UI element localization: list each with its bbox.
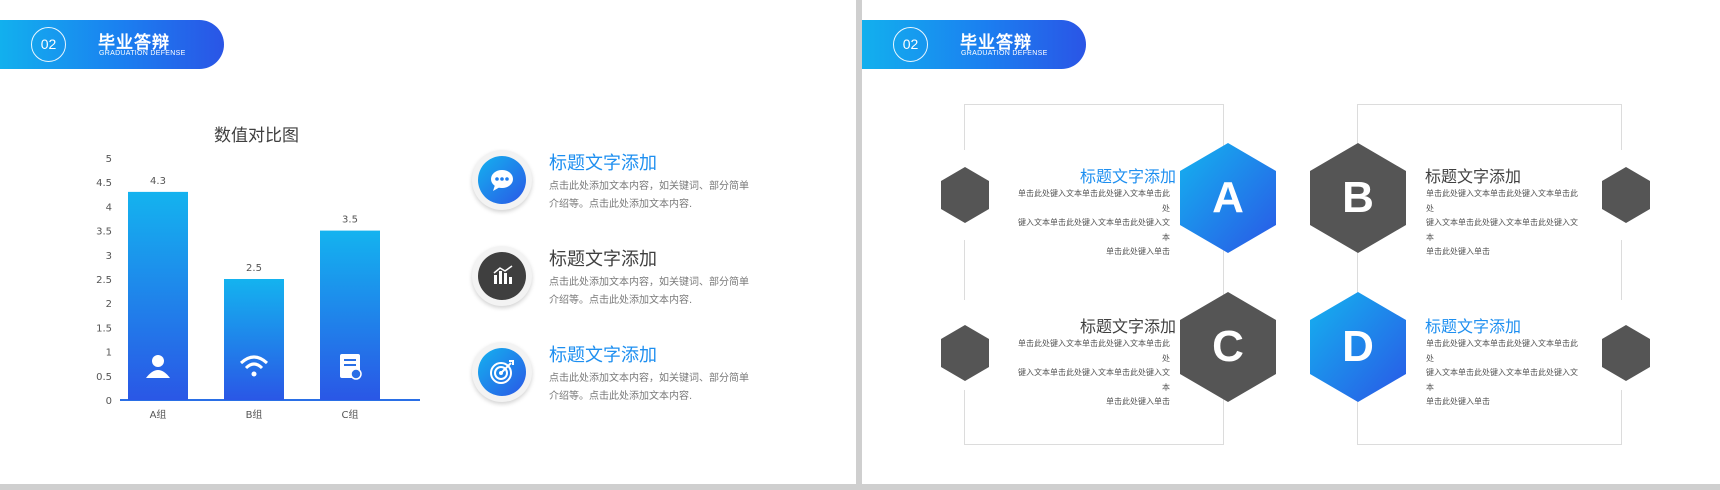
block-a-desc: 单击此处键入文本单击此处键入文本单击此处 键入文本单击此处键入文本单击此处键入文… <box>1012 187 1170 260</box>
header-banner: 02 毕业答辩 GRADUATION DEFENSE <box>862 20 1086 69</box>
y-tick-label: 4.5 <box>96 178 112 189</box>
block-d-desc: 单击此处键入文本单击此处键入文本单击此处 键入文本单击此处键入文本单击此处键入文… <box>1426 337 1584 410</box>
block-c-desc: 单击此处键入文本单击此处键入文本单击此处 键入文本单击此处键入文本单击此处键入文… <box>1012 337 1170 410</box>
block-a-desc-line: 单击此处键入文本单击此处键入文本单击此处 <box>1018 189 1170 213</box>
block-a-desc-line: 单击此处键入单击 <box>1106 247 1170 256</box>
block-c-desc-line: 键入文本单击此处键入文本单击此处键入文本 <box>1018 368 1170 392</box>
item-3-desc-line1: 点击此处添加文本内容，如关键词、部分简单 <box>549 373 749 384</box>
bar-value-label: 4.3 <box>150 176 166 187</box>
y-tick-label: 0.5 <box>96 372 112 383</box>
chat-bubble-icon <box>491 170 513 191</box>
y-tick-label: 3 <box>106 251 112 262</box>
item-2-desc-line1: 点击此处添加文本内容，如关键词、部分简单 <box>549 277 749 288</box>
block-c-desc-line: 单击此处键入文本单击此处键入文本单击此处 <box>1018 339 1170 363</box>
chart-icon-badge <box>472 246 532 306</box>
item-2-desc-line2: 介绍等。点击此处添加文本内容. <box>549 295 693 306</box>
block-d-title: 标题文字添加 <box>1425 317 1522 336</box>
y-tick-label: 1.5 <box>96 323 112 334</box>
block-b-title: 标题文字添加 <box>1425 167 1522 186</box>
bottom-strip <box>0 484 1720 490</box>
header-banner: 02 毕业答辩 GRADUATION DEFENSE <box>0 20 224 69</box>
document-icon <box>340 354 362 380</box>
block-d-desc-line: 单击此处键入单击 <box>1426 397 1490 406</box>
header-subtitle: GRADUATION DEFENSE <box>961 50 1048 57</box>
bar-B组 <box>224 279 284 400</box>
small-hexagon <box>1602 167 1650 223</box>
hexagon-c: C <box>1180 292 1276 402</box>
item-3-desc-line2: 介绍等。点击此处添加文本内容. <box>549 391 693 402</box>
item-1-title: 标题文字添加 <box>549 153 657 174</box>
item-1-desc-line2: 介绍等。点击此处添加文本内容. <box>549 199 693 210</box>
small-hexagon <box>1602 325 1650 381</box>
small-hexagon <box>941 167 989 223</box>
y-tick-label: 1 <box>106 348 112 359</box>
bar-A组 <box>128 191 188 400</box>
block-d-desc-line: 单击此处键入文本单击此处键入文本单击此处 <box>1426 339 1578 363</box>
y-tick-label: 3.5 <box>96 227 112 238</box>
letter-d: D <box>1342 322 1374 371</box>
y-tick-label: 2 <box>106 299 112 310</box>
letter-b: B <box>1342 173 1374 222</box>
item-1-desc: 点击此处添加文本内容，如关键词、部分简单 介绍等。点击此处添加文本内容. <box>549 178 769 214</box>
bar-chart: 0 0.5 1 1.5 2 2.5 3 3.5 4 4.5 5 4.3 A组 2.5 B组 3.5 C组 <box>96 154 420 421</box>
hexagon-b: B <box>1310 143 1406 253</box>
y-tick-label: 0 <box>106 396 112 407</box>
hexagon-d: D <box>1310 292 1406 402</box>
hexagon-a: A <box>1180 143 1276 253</box>
item-1-desc-line1: 点击此处添加文本内容，如关键词、部分简单 <box>549 181 749 192</box>
block-a-title: 标题文字添加 <box>1079 167 1176 186</box>
letter-c: C <box>1212 322 1244 371</box>
x-tick-label: B组 <box>246 408 263 421</box>
y-tick-label: 5 <box>106 154 112 165</box>
letter-a: A <box>1212 173 1244 222</box>
block-a-desc-line: 键入文本单击此处键入文本单击此处键入文本 <box>1018 218 1170 242</box>
target-icon-badge <box>472 342 532 402</box>
item-2-title: 标题文字添加 <box>549 249 657 270</box>
item-3-desc: 点击此处添加文本内容，如关键词、部分简单 介绍等。点击此处添加文本内容. <box>549 370 769 406</box>
slide-right[interactable]: 02 毕业答辩 GRADUATION DEFENSE A B C D 标题文字添… <box>862 0 1720 484</box>
block-b-desc: 单击此处键入文本单击此处键入文本单击此处 键入文本单击此处键入文本单击此处键入文… <box>1426 187 1584 260</box>
target-icon <box>490 360 514 384</box>
bar-value-label: 3.5 <box>342 215 358 226</box>
small-hexagon <box>941 325 989 381</box>
block-b-desc-line: 键入文本单击此处键入文本单击此处键入文本 <box>1426 218 1578 242</box>
y-tick-label: 2.5 <box>96 275 112 286</box>
bar-chart-icon <box>493 265 513 284</box>
block-c-title: 标题文字添加 <box>1079 317 1176 336</box>
x-tick-label: A组 <box>150 408 167 421</box>
chat-icon-badge <box>472 150 532 210</box>
block-d-desc-line: 键入文本单击此处键入文本单击此处键入文本 <box>1426 368 1578 392</box>
item-3-title: 标题文字添加 <box>549 345 657 366</box>
header-subtitle: GRADUATION DEFENSE <box>99 50 186 57</box>
x-tick-label: C组 <box>342 408 359 421</box>
block-b-desc-line: 单击此处键入文本单击此处键入文本单击此处 <box>1426 189 1578 213</box>
section-number: 02 <box>31 27 66 62</box>
block-b-desc-line: 单击此处键入单击 <box>1426 247 1490 256</box>
block-c-desc-line: 单击此处键入单击 <box>1106 397 1170 406</box>
item-2-desc: 点击此处添加文本内容，如关键词、部分简单 介绍等。点击此处添加文本内容. <box>549 274 769 310</box>
y-tick-label: 4 <box>106 202 112 213</box>
bar-value-label: 2.5 <box>246 263 262 274</box>
section-number: 02 <box>893 27 928 62</box>
slide-left[interactable]: 02 毕业答辩 GRADUATION DEFENSE 数值对比图 0 0.5 1 1.… <box>0 0 856 484</box>
